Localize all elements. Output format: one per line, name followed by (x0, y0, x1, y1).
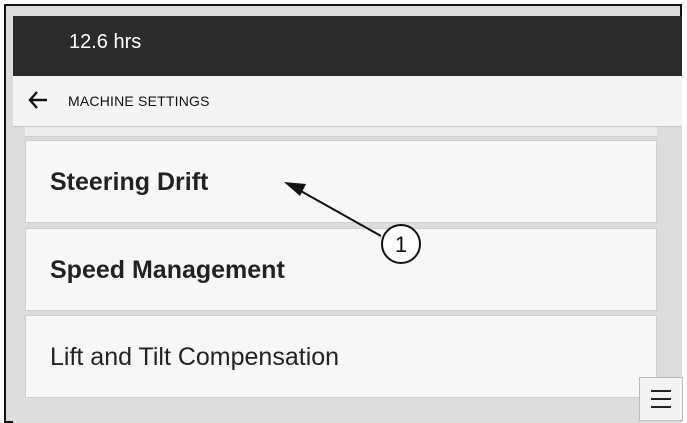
page-title: MACHINE SETTINGS (68, 93, 210, 109)
list-item-label: Speed Management (50, 256, 285, 284)
menu-bar (651, 406, 671, 408)
header-bar: MACHINE SETTINGS (13, 76, 682, 127)
steering-drift-item[interactable]: Steering Drift (25, 140, 657, 223)
menu-bar (651, 398, 671, 400)
settings-list: Steering Drift Speed Management Lift and… (13, 127, 682, 423)
operating-hours: 12.6 hrs (69, 31, 142, 53)
back-arrow-icon[interactable] (27, 89, 49, 111)
list-item-label: Lift and Tilt Compensation (50, 343, 340, 371)
lift-and-tilt-compensation-item[interactable]: Lift and Tilt Compensation (25, 315, 657, 398)
list-item-label: Steering Drift (50, 168, 209, 196)
status-bar: 12.6 hrs (13, 16, 682, 76)
menu-bar (651, 390, 671, 392)
list-item-partial (25, 127, 657, 137)
speed-management-item[interactable]: Speed Management (25, 228, 657, 311)
hamburger-menu-icon[interactable] (639, 377, 683, 421)
